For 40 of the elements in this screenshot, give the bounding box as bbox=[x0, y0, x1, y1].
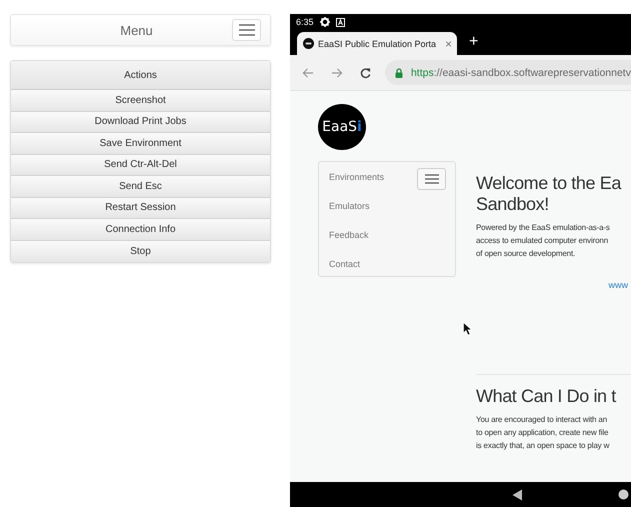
welcome-heading: Welcome to the Ea Sandbox! bbox=[476, 173, 622, 215]
site-favicon bbox=[303, 38, 314, 49]
nav-link[interactable]: Emulators bbox=[329, 199, 417, 214]
actions-header: Actions bbox=[11, 61, 270, 90]
menu-button[interactable] bbox=[417, 168, 446, 190]
menu-icon bbox=[238, 24, 254, 36]
nav-link[interactable]: Environments bbox=[329, 170, 417, 185]
section-heading: What Can I Do in t bbox=[476, 386, 618, 407]
lock-icon bbox=[394, 68, 403, 78]
status-time: 6:35 bbox=[296, 17, 314, 27]
site-logo: EaaSi bbox=[318, 104, 366, 150]
notification-icon bbox=[336, 18, 345, 26]
action-button[interactable]: Restart Session bbox=[11, 198, 270, 219]
menu-button[interactable] bbox=[232, 19, 261, 41]
menu-icon bbox=[424, 174, 438, 184]
action-button[interactable]: Connection Info bbox=[11, 219, 270, 240]
action-button[interactable]: Save Environment bbox=[11, 133, 270, 154]
home-icon[interactable] bbox=[618, 489, 629, 500]
url-field[interactable]: https://eaasi-sandbox.softwarepreservationnetv bbox=[384, 60, 631, 85]
action-button[interactable]: Stop bbox=[11, 240, 270, 262]
forward-icon[interactable] bbox=[330, 66, 343, 78]
url-text: https://eaasi-sandbox.softwarepreservationnetv bbox=[410, 66, 631, 78]
reload-icon[interactable] bbox=[360, 66, 371, 78]
section-paragraph: You are encouraged to interact with an to open any application, create new file is exactly that, an open space to play w bbox=[476, 414, 610, 452]
nav-link[interactable]: Feedback bbox=[329, 228, 417, 243]
action-button[interactable]: Send Ctr-Alt-Del bbox=[11, 154, 270, 176]
nav-link[interactable]: Contact bbox=[329, 257, 417, 272]
action-button[interactable]: Send Esc bbox=[11, 176, 270, 198]
gear-icon bbox=[320, 17, 330, 27]
back-icon[interactable] bbox=[512, 488, 523, 500]
new-tab-button[interactable]: + bbox=[469, 33, 478, 51]
menu-title: Menu bbox=[119, 22, 154, 38]
tab-title: EaaSI Public Emulation Porta bbox=[318, 38, 438, 48]
close-tab-button[interactable]: × bbox=[444, 36, 452, 50]
website-link[interactable]: www bbox=[608, 280, 628, 290]
browser-tab[interactable]: EaaSI Public Emulation Porta × bbox=[297, 32, 457, 55]
mouse-cursor-icon bbox=[463, 322, 473, 336]
action-button[interactable]: Screenshot bbox=[11, 90, 270, 112]
welcome-paragraph: Powered by the EaaS emulation-as-a-s access to emulated computer environn of open source development. bbox=[476, 222, 611, 260]
action-button[interactable]: Download Print Jobs bbox=[11, 112, 270, 133]
